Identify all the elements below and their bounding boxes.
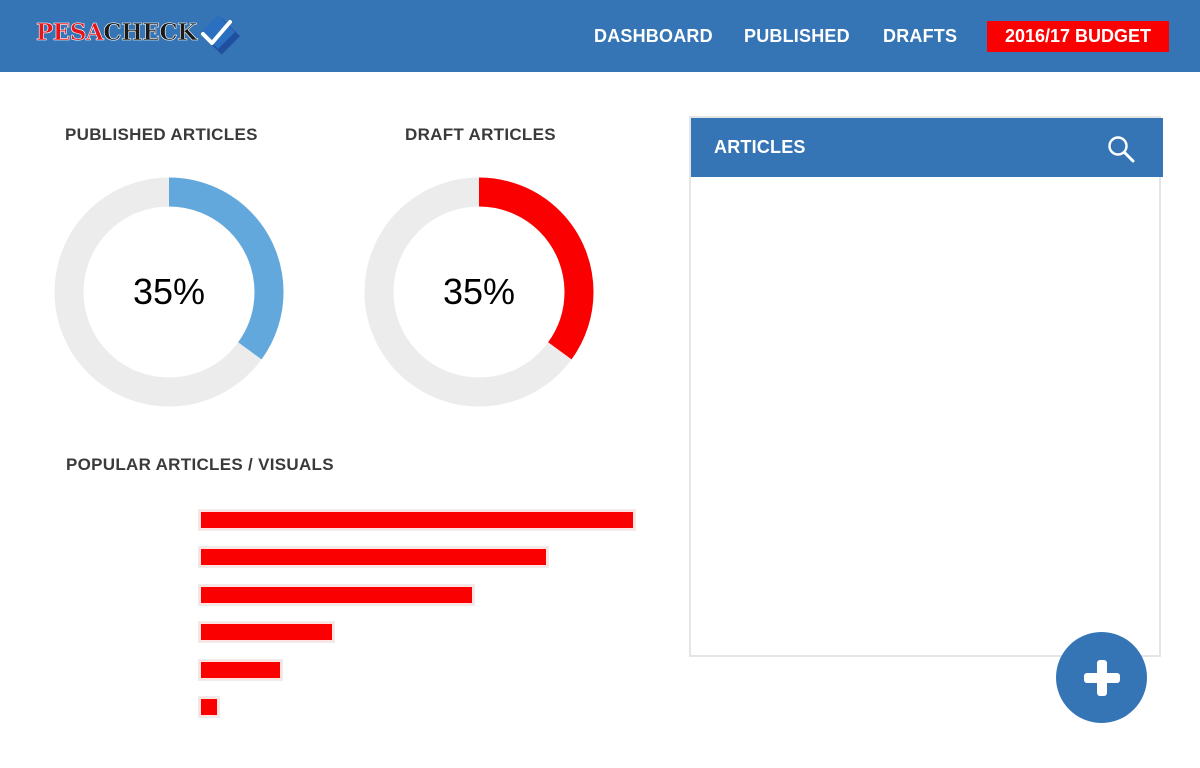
nav-budget-button[interactable]: 2016/17 BUDGET (987, 21, 1169, 52)
published-percent: 35% (132, 271, 206, 312)
plus-icon (1083, 659, 1120, 696)
popular-articles-title: POPULAR ARTICLES / VISUALS (66, 455, 334, 474)
popular-bar-2 (199, 547, 548, 568)
draft-articles-title: DRAFT ARTICLES (405, 125, 556, 144)
nav-drafts[interactable]: DRAFTS (883, 0, 957, 72)
checkmark-icon (201, 15, 240, 55)
logo-wordmark: PESACHECK (36, 19, 198, 46)
popular-bar-5 (199, 659, 282, 680)
popular-bar-chart (199, 510, 639, 725)
published-donut-chart: 35% (54, 177, 284, 407)
draft-donut-chart: 35% (364, 177, 594, 407)
pesacheck-logo[interactable]: PESACHECK (34, 14, 254, 58)
search-icon[interactable] (1107, 135, 1135, 163)
published-articles-title: PUBLISHED ARTICLES (65, 125, 258, 144)
top-bar: PESACHECK DASHBOARD PUBLISHED DRAFTS 201… (0, 0, 1200, 72)
popular-bar-1 (199, 510, 635, 530)
draft-percent: 35% (442, 271, 516, 312)
popular-bar-3 (199, 584, 474, 605)
articles-panel: ARTICLES (689, 116, 1163, 657)
nav-published[interactable]: PUBLISHED (744, 0, 850, 72)
popular-bar-4 (199, 622, 335, 643)
nav-dashboard[interactable]: DASHBOARD (594, 0, 713, 72)
add-article-button[interactable] (1056, 632, 1147, 723)
popular-bar-6 (199, 697, 219, 717)
articles-header: ARTICLES (691, 118, 1163, 177)
articles-title: ARTICLES (714, 137, 806, 157)
